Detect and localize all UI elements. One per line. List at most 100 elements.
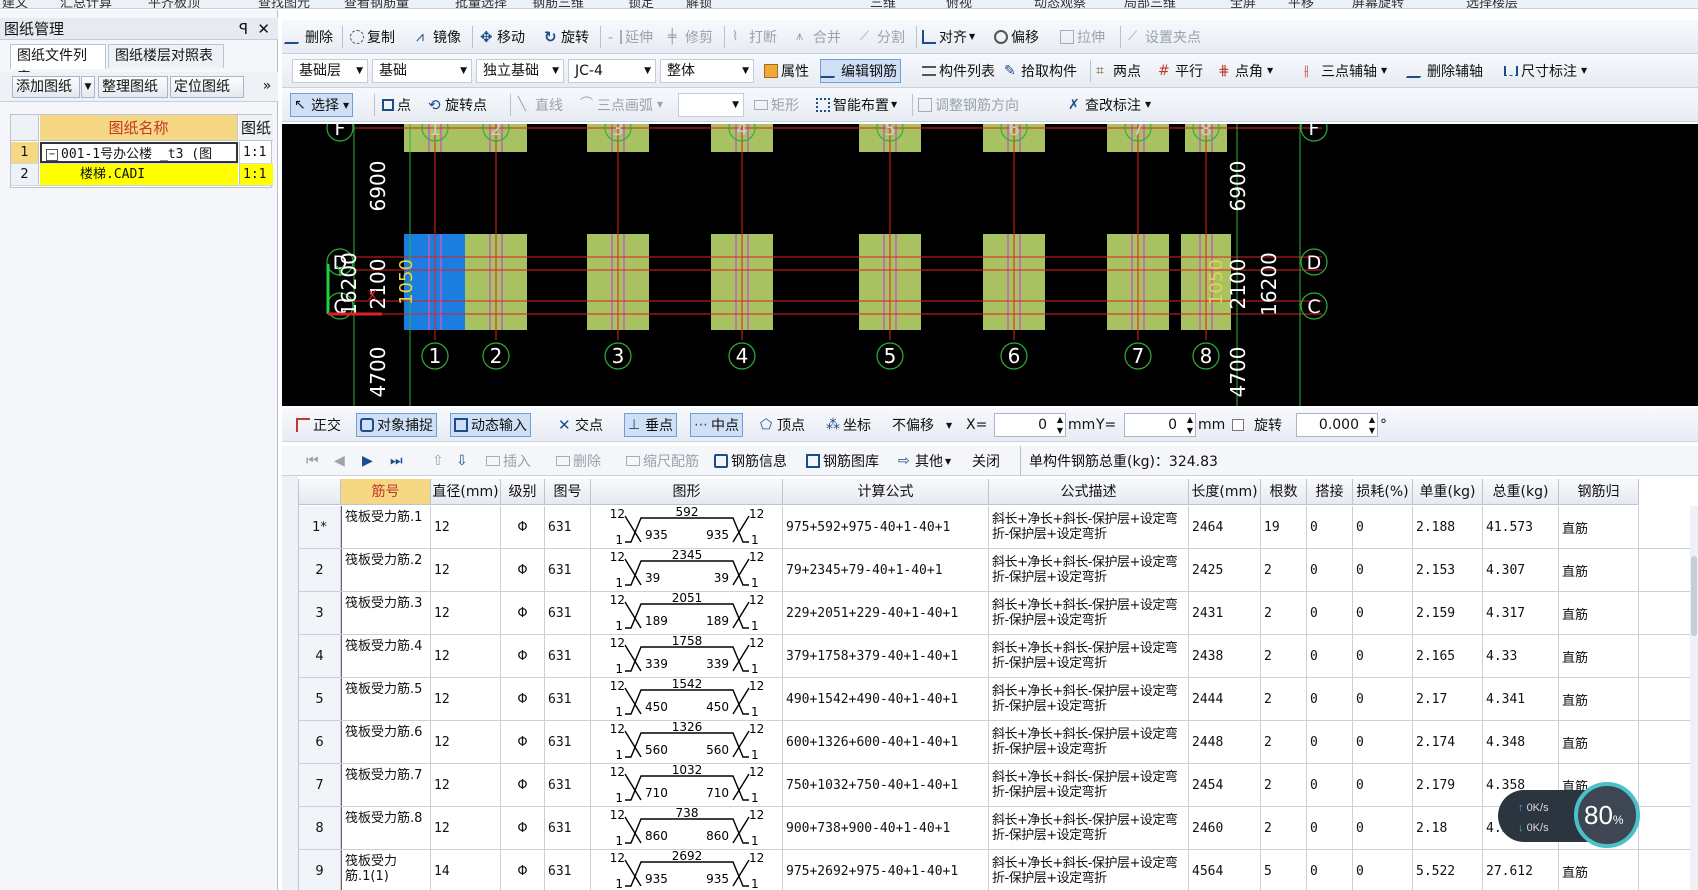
three-point-axis-button[interactable]: ⫲ 三点辅轴 ▼ bbox=[1304, 54, 1387, 87]
cell-type[interactable]: 直筋 bbox=[1559, 592, 1639, 634]
move-button[interactable]: ✥ 移动 bbox=[480, 20, 525, 53]
rotate-button[interactable]: ↻ 旋转 bbox=[544, 20, 589, 53]
cell-fig[interactable]: 631 bbox=[545, 635, 591, 677]
cell-dia[interactable]: 12 bbox=[431, 506, 501, 548]
table-row[interactable]: 1 −001-1号办公楼 _t3 (图 1:1 bbox=[11, 142, 273, 164]
cell-desc[interactable]: 斜长+净长+斜长-保护层+设定弯折-保护层+设定弯折 bbox=[989, 807, 1189, 849]
cell-name[interactable]: 筏板受力筋.8 bbox=[341, 807, 431, 849]
top-menu-item[interactable]: 钢筋三维 bbox=[532, 0, 584, 8]
cell-len[interactable]: 2425 bbox=[1189, 549, 1261, 591]
pin-icon[interactable]: ꟼ bbox=[239, 18, 248, 40]
cell-lap[interactable]: 0 bbox=[1307, 678, 1353, 720]
cell-cnt[interactable]: 2 bbox=[1261, 635, 1307, 677]
cell-fig[interactable]: 631 bbox=[545, 549, 591, 591]
insert-button[interactable]: 插入 bbox=[486, 446, 531, 476]
cell-len[interactable]: 2464 bbox=[1189, 506, 1261, 548]
cell-grade[interactable]: Φ bbox=[501, 850, 545, 890]
cell-len[interactable]: 2454 bbox=[1189, 764, 1261, 806]
tab-drawing-list[interactable]: 图纸文件列表 bbox=[10, 44, 106, 86]
component-select[interactable]: JC-4 ▼ bbox=[568, 59, 656, 83]
rebar-shape-cell[interactable]: 12 12 1 1 1326 560 560 bbox=[591, 721, 783, 763]
cell-grade[interactable]: Φ bbox=[501, 721, 545, 763]
column-header[interactable]: 筋号 bbox=[341, 479, 431, 505]
cell-total[interactable]: 4.33 bbox=[1483, 635, 1559, 677]
cell-grade[interactable]: Φ bbox=[501, 635, 545, 677]
drawing-name[interactable]: 楼梯.CADI bbox=[40, 164, 238, 185]
cell-loss[interactable]: 0 bbox=[1353, 850, 1413, 890]
cell-dia[interactable]: 12 bbox=[431, 635, 501, 677]
vertical-scrollbar[interactable] bbox=[1690, 506, 1698, 890]
cell-cnt[interactable]: 2 bbox=[1261, 678, 1307, 720]
cell-total[interactable]: 41.573 bbox=[1483, 506, 1559, 548]
add-drawing-button[interactable]: 添加图纸 bbox=[12, 76, 80, 98]
cell-unit[interactable]: 2.153 bbox=[1413, 549, 1483, 591]
rotate-checkbox[interactable] bbox=[1232, 408, 1247, 442]
cell-cnt[interactable]: 2 bbox=[1261, 764, 1307, 806]
rebar-shape-cell[interactable]: 12 12 1 1 2051 189 189 bbox=[591, 592, 783, 634]
cell-dia[interactable]: 12 bbox=[431, 807, 501, 849]
cell-loss[interactable]: 0 bbox=[1353, 764, 1413, 806]
column-header[interactable]: 计算公式 bbox=[783, 479, 989, 505]
cell-type[interactable]: 直筋 bbox=[1559, 721, 1639, 763]
cell-desc[interactable]: 斜长+净长+斜长-保护层+设定弯折-保护层+设定弯折 bbox=[989, 678, 1189, 720]
shape-select[interactable]: ▼ bbox=[678, 93, 744, 117]
coordinate-snap[interactable]: ⁂ 坐标 bbox=[826, 408, 871, 442]
cell-cnt[interactable]: 5 bbox=[1261, 850, 1307, 890]
rotate-angle-input[interactable]: 0.000 ▲ ▼ bbox=[1296, 413, 1378, 437]
rebar-shape-cell[interactable]: 12 12 1 1 738 860 860 bbox=[591, 807, 783, 849]
cell-total[interactable]: 4.341 bbox=[1483, 678, 1559, 720]
object-snap-toggle[interactable]: 对象捕捉 bbox=[356, 413, 437, 437]
cell-formula[interactable]: 229+2051+229-40+1-40+1 bbox=[783, 592, 989, 634]
column-header[interactable]: 长度(mm) bbox=[1189, 479, 1261, 505]
cell-lap[interactable]: 0 bbox=[1307, 850, 1353, 890]
checkbox-icon[interactable] bbox=[1232, 419, 1244, 431]
close-icon[interactable]: ✕ bbox=[257, 18, 270, 40]
cell-name[interactable]: 筏板受力筋.4 bbox=[341, 635, 431, 677]
move-down-icon[interactable]: ⇩ bbox=[456, 446, 468, 476]
top-menu-item[interactable]: 三维 bbox=[870, 0, 896, 8]
cell-cnt[interactable]: 2 bbox=[1261, 549, 1307, 591]
table-row[interactable]: 5 筏板受力筋.5 12 Φ 631 12 12 1 1 1542 450 450 490+1542+4… bbox=[299, 678, 1698, 721]
cell-grade[interactable]: Φ bbox=[501, 807, 545, 849]
cell-lap[interactable]: 0 bbox=[1307, 592, 1353, 634]
locate-drawing-button[interactable]: 定位图纸 bbox=[170, 76, 244, 98]
cell-rn[interactable]: 9 bbox=[299, 850, 341, 890]
extend-button[interactable]: - 延伸 bbox=[608, 20, 653, 53]
align-button[interactable]: 对齐 ▼ bbox=[922, 20, 975, 53]
top-menu-item[interactable]: 局部三维 bbox=[1124, 0, 1176, 8]
first-record-icon[interactable]: ⏮ bbox=[306, 446, 319, 476]
vertex-snap[interactable]: ⬠ 顶点 bbox=[760, 408, 805, 442]
prev-record-icon[interactable]: ◀ bbox=[334, 446, 345, 476]
category-select[interactable]: 基础 ▼ bbox=[372, 59, 472, 83]
cell-cnt[interactable]: 2 bbox=[1261, 721, 1307, 763]
cell-lap[interactable]: 0 bbox=[1307, 764, 1353, 806]
type-select[interactable]: 独立基础 ▼ bbox=[476, 59, 564, 83]
rectangle-button[interactable]: 矩形 bbox=[754, 88, 799, 121]
add-drawing-dropdown[interactable]: ▼ bbox=[81, 76, 95, 98]
cell-fig[interactable]: 631 bbox=[545, 764, 591, 806]
top-menu-item[interactable]: 平齐板顶 bbox=[148, 0, 200, 8]
cell-lap[interactable]: 0 bbox=[1307, 721, 1353, 763]
intersection-snap[interactable]: ✕ 交点 bbox=[558, 408, 603, 442]
cell-fig[interactable]: 631 bbox=[545, 807, 591, 849]
scrollbar-thumb[interactable] bbox=[1691, 556, 1697, 636]
cell-rn[interactable]: 6 bbox=[299, 721, 341, 763]
last-record-icon[interactable]: ⏭ bbox=[390, 446, 403, 476]
cell-unit[interactable]: 2.179 bbox=[1413, 764, 1483, 806]
cell-loss[interactable]: 0 bbox=[1353, 635, 1413, 677]
cell-rn[interactable]: 7 bbox=[299, 764, 341, 806]
column-header-scale[interactable]: 图纸比 bbox=[239, 115, 273, 141]
edit-annotation-button[interactable]: ✗ 查改标注 ▼ bbox=[1068, 88, 1151, 121]
rebar-shape-cell[interactable]: 12 12 1 1 2692 935 935 bbox=[591, 850, 783, 890]
cell-loss[interactable]: 0 bbox=[1353, 807, 1413, 849]
top-menu-item[interactable]: 全屏 bbox=[1230, 0, 1256, 8]
midpoint-snap[interactable]: ⋯ 中点 bbox=[690, 413, 743, 437]
cell-len[interactable]: 2460 bbox=[1189, 807, 1261, 849]
component-list-button[interactable]: 构件列表 bbox=[922, 54, 995, 87]
point-angle-axis-button[interactable]: ⋕ 点角 ▼ bbox=[1218, 54, 1273, 87]
cell-total[interactable]: 27.612 bbox=[1483, 850, 1559, 890]
adjust-rebar-direction-button[interactable]: 调整钢筋方向 bbox=[918, 88, 1019, 121]
dimension-button[interactable]: 尺寸标注 ▼ bbox=[1504, 54, 1587, 87]
column-header[interactable]: 钢筋归 bbox=[1559, 479, 1639, 505]
top-menu-item[interactable]: 选择楼层 bbox=[1466, 0, 1518, 8]
